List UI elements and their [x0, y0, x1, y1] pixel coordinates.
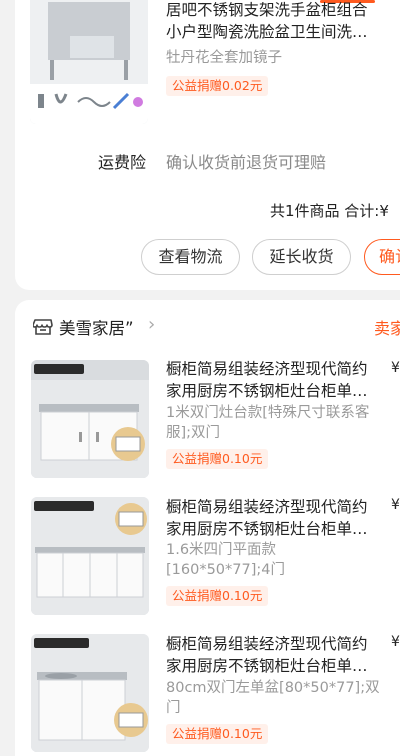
- confirm-receipt-button[interactable]: 确认: [364, 239, 400, 275]
- view-logistics-button[interactable]: 查看物流: [141, 239, 240, 275]
- product-title-line: 小户型陶瓷洗脸盆卫生间洗…: [166, 23, 368, 41]
- price: ¥: [391, 634, 400, 650]
- order-status: 卖家: [374, 319, 400, 338]
- product-title[interactable]: 居吧不锈钢支架洗手盆柜组合 小户型陶瓷洗脸盆卫生间洗…: [166, 0, 380, 43]
- product-title-line: 橱柜简易组装经济型现代简约: [166, 498, 368, 516]
- product-title-line: 家用厨房不锈钢柜灶台柜单…: [166, 657, 368, 675]
- product-thumbnail[interactable]: [30, 0, 148, 124]
- product-title[interactable]: 橱柜简易组装经济型现代简约 家用厨房不锈钢柜灶台柜单…: [166, 496, 380, 540]
- product-spec: 1米双门灶台款[特殊尺寸联系客服];双门: [166, 405, 370, 441]
- product-title-line: 家用厨房不锈钢柜灶台柜单…: [166, 382, 368, 400]
- product-thumbnail[interactable]: [31, 360, 149, 478]
- product-title[interactable]: 橱柜简易组装经济型现代简约 家用厨房不锈钢柜灶台柜单…: [166, 633, 380, 677]
- product-title-line: 橱柜简易组装经济型现代简约: [166, 635, 368, 653]
- charity-badge: 公益捐赠0.02元: [166, 76, 269, 96]
- charity-badge: 公益捐赠0.10元: [166, 586, 269, 606]
- product-spec: 1.6米四门平面款[160*50*77];4门: [166, 542, 286, 578]
- price: ¥: [391, 360, 400, 376]
- charity-badge: 公益捐赠0.10元: [166, 724, 269, 744]
- product-thumbnail[interactable]: [31, 634, 149, 752]
- product-title-line: 家用厨房不锈钢柜灶台柜单…: [166, 520, 368, 538]
- charity-badge: 公益捐赠0.10元: [166, 449, 269, 469]
- product-thumbnail[interactable]: [31, 497, 149, 615]
- product-title-line: 居吧不锈钢支架洗手盆柜组合: [166, 1, 368, 19]
- freight-insurance-desc: 确认收货前退货可理赔: [166, 153, 327, 172]
- product-spec: 牡丹花全套加镜子: [166, 50, 282, 66]
- product-spec: 80cm双门左单盆[80*50*77];双门: [166, 680, 380, 716]
- extend-receipt-button[interactable]: 延长收货: [252, 239, 351, 275]
- order-list-page: 居吧不锈钢支架洗手盆柜组合 小户型陶瓷洗脸盆卫生间洗… 牡丹花全套加镜子 公益捐…: [0, 0, 400, 756]
- order-total: 共1件商品 合计:¥: [270, 202, 389, 220]
- store-name[interactable]: 美雪家居”: [59, 315, 134, 339]
- price: ¥: [391, 497, 400, 513]
- freight-insurance-label: 运费险: [98, 153, 147, 172]
- product-title-line: 橱柜简易组装经济型现代简约: [166, 360, 368, 378]
- chevron-right-icon[interactable]: ›: [148, 314, 155, 335]
- thumb-captions: [30, 117, 148, 129]
- store-icon: [33, 319, 53, 335]
- product-title[interactable]: 橱柜简易组装经济型现代简约 家用厨房不锈钢柜灶台柜单…: [166, 358, 380, 402]
